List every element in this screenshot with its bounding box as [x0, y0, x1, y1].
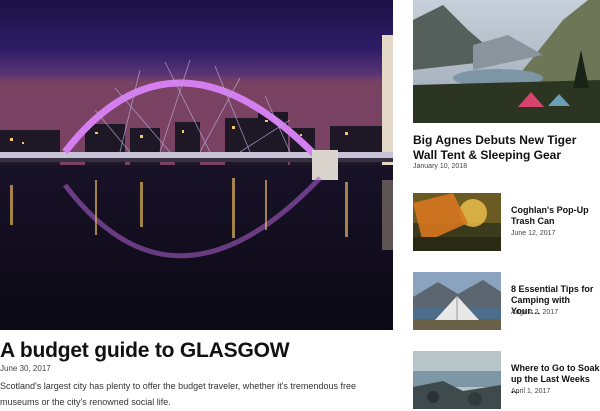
list-item-title[interactable]: Coghlan's Pop-Up Trash Can — [511, 205, 600, 227]
sunset-tent-photo — [413, 193, 501, 251]
mountain-camp-photo — [413, 0, 600, 123]
main-article-date: June 30, 2017 — [0, 364, 51, 373]
list-item-date: August 2, 2017 — [511, 309, 559, 316]
main-article-excerpt: Scotland's largest city has plenty to of… — [0, 381, 356, 407]
list-item-date: April 1, 2017 — [511, 388, 551, 395]
main-article-title[interactable]: A budget guide to GLASGOW — [0, 338, 290, 364]
coast-rocks-photo — [413, 351, 501, 409]
list-item[interactable]: 8 Essential Tips for Camping with Your… … — [413, 272, 600, 332]
list-item[interactable]: Where to Go to Soak up the Last Weeks … … — [413, 351, 600, 411]
tent-lake-photo — [413, 272, 501, 330]
featured-article-date: January 10, 2018 — [413, 163, 468, 170]
soak-up-thumbnail[interactable] — [413, 351, 501, 409]
list-item-date: June 12, 2017 — [511, 230, 556, 237]
camping-tips-thumbnail[interactable] — [413, 272, 501, 330]
trash-can-thumbnail[interactable] — [413, 193, 501, 251]
list-item[interactable]: Coghlan's Pop-Up Trash Can June 12, 2017 — [413, 193, 600, 253]
featured-article-title[interactable]: Big Agnes Debuts New Tiger Wall Tent & S… — [413, 133, 600, 163]
glasgow-bridge-night-photo — [0, 0, 393, 330]
main-article-image[interactable] — [0, 0, 393, 330]
featured-article-image[interactable] — [413, 0, 600, 123]
